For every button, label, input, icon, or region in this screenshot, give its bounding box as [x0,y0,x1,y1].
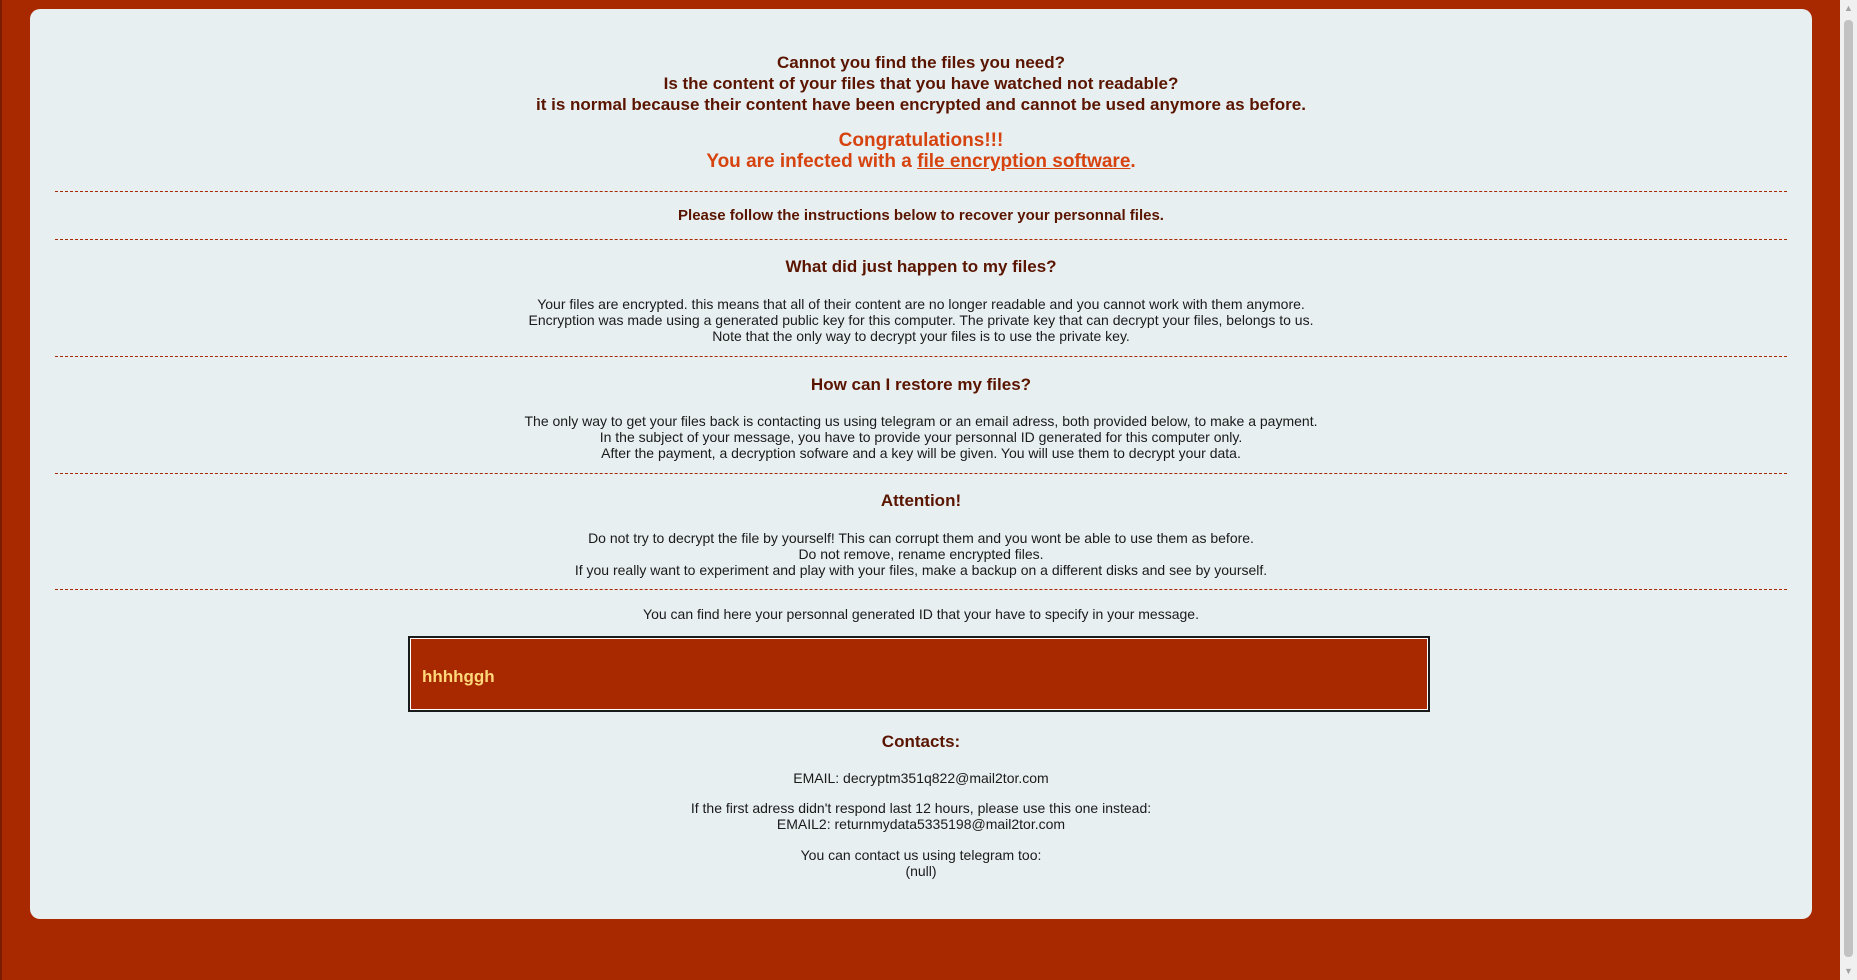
contact-fallback-note: If the first adress didn't respond last … [690,800,1152,816]
section-line: Encryption was made using a generated pu… [528,312,1314,328]
follow-instructions: Please follow the instructions below to … [678,207,1164,224]
congrats-prefix: You are infected with a [706,151,918,172]
personal-id-value: hhhhggh [422,667,495,686]
scroll-down-arrow-icon[interactable]: ▼ [1840,963,1857,980]
section-title-what-happened: What did just happen to my files? [785,257,1057,276]
section-line: Do not try to decrypt the file by yourse… [588,530,1254,546]
divider [55,473,1787,474]
vertical-scrollbar[interactable]: ▲ ▼ [1840,0,1857,980]
divider [55,356,1787,357]
contact-telegram: (null) [905,863,937,879]
window-edge [0,0,2,980]
congrats-line-2: You are infected with a file encryption … [30,151,1812,172]
congrats-line-1: Congratulations!!! [838,130,1004,151]
section-line: Do not remove, rename encrypted files. [798,546,1044,562]
intro-message: Cannot you find the files you need? Is t… [30,52,1812,115]
contact-telegram-note: You can contact us using telegram too: [800,847,1042,863]
contact-email2: EMAIL2: returnmydata5335198@mail2tor.com [776,816,1066,832]
intro-line-3: it is normal because their content have … [536,95,1306,114]
section-body-attention: Do not try to decrypt the file by yourse… [30,530,1812,578]
section-line: Note that the only way to decrypt your f… [712,328,1130,344]
section-title-restore: How can I restore my files? [810,375,1032,394]
intro-line-1: Cannot you find the files you need? [776,53,1066,72]
personal-id-instructions: You can find here your personnal generat… [643,606,1199,622]
section-line: After the payment, a decryption sofware … [601,445,1241,461]
congrats-message: Congratulations!!! You are infected with… [30,130,1812,172]
section-line: The only way to get your files back is c… [524,413,1318,429]
personal-id-box[interactable]: hhhhggh [408,636,1430,712]
section-line: Your files are encrypted. this means tha… [537,296,1305,312]
scroll-up-arrow-icon[interactable]: ▲ [1840,0,1857,17]
section-line: In the subject of your message, you have… [599,429,1243,445]
contact-email: EMAIL: decryptm351q822@mail2tor.com [793,770,1049,786]
section-title-attention: Attention! [880,491,962,510]
section-body-restore: The only way to get your files back is c… [30,413,1812,461]
divider [55,239,1787,240]
contacts-title: Contacts: [881,732,961,751]
intro-line-2: Is the content of your files that you ha… [663,74,1179,93]
divider [55,589,1787,590]
scroll-thumb[interactable] [1844,20,1853,957]
file-encryption-software-link[interactable]: file encryption software [917,151,1130,172]
congrats-suffix: . [1130,151,1136,172]
section-body-what-happened: Your files are encrypted. this means tha… [30,296,1812,344]
section-line: If you really want to experiment and pla… [574,562,1268,578]
divider [55,191,1787,192]
ransom-note-panel: Cannot you find the files you need? Is t… [30,9,1812,919]
